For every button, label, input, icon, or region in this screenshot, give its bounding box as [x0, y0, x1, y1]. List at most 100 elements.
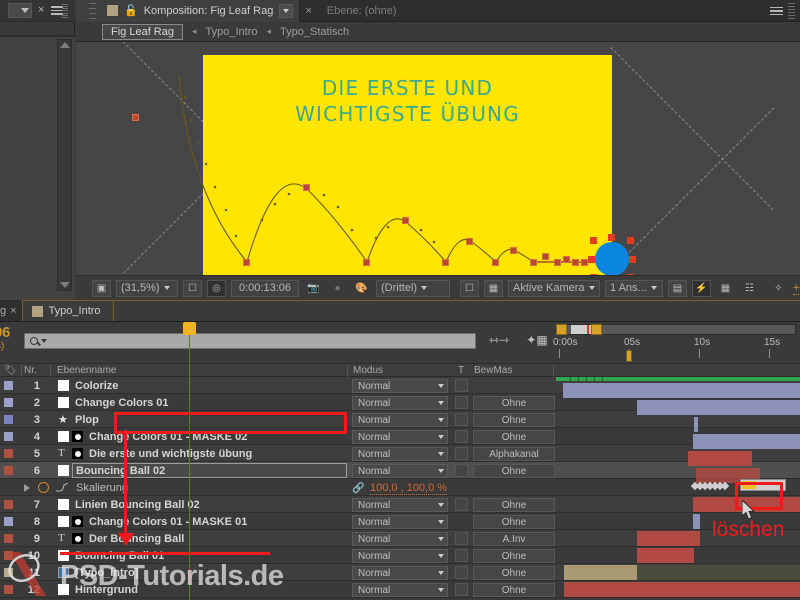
motion-keyframe[interactable] — [466, 238, 473, 245]
transform-handle[interactable] — [608, 234, 615, 241]
link-icon[interactable]: 🔗 — [352, 483, 364, 494]
work-area-bar[interactable] — [556, 324, 796, 335]
preserve-transparency-toggle[interactable] — [455, 447, 468, 460]
layer-label-swatch[interactable] — [4, 500, 13, 509]
layer-label-swatch[interactable] — [4, 398, 13, 407]
layer-label-swatch[interactable] — [4, 432, 13, 441]
blend-mode-select[interactable]: Normal — [352, 379, 448, 393]
layer-bar[interactable] — [637, 548, 694, 563]
motion-keyframe[interactable] — [442, 259, 449, 266]
layer-bar[interactable] — [637, 400, 800, 415]
flowchart-icon[interactable]: ☷ — [740, 280, 759, 297]
track-matte-select[interactable]: Ohne — [473, 413, 555, 427]
project-panel-body[interactable] — [0, 36, 75, 300]
layer-bar[interactable] — [564, 565, 637, 580]
graph-editor-icon[interactable] — [56, 483, 68, 492]
motion-keyframe[interactable] — [402, 217, 409, 224]
blend-mode-select[interactable]: Normal — [352, 447, 448, 461]
layer-bar[interactable] — [564, 582, 800, 597]
motion-keyframe[interactable] — [542, 253, 549, 260]
snapshot-icon[interactable]: 📷 — [304, 280, 323, 297]
search-input[interactable] — [24, 333, 476, 349]
comp-marker[interactable] — [626, 350, 632, 362]
layer-bar[interactable] — [693, 514, 700, 529]
scroll-up-icon[interactable] — [60, 42, 70, 48]
layer-name[interactable]: Change Colors 01 - MASKE 01 — [89, 516, 247, 528]
preserve-transparency-toggle[interactable] — [455, 549, 468, 562]
preserve-transparency-toggle[interactable] — [455, 464, 468, 477]
track-matte-select[interactable]: Ohne — [473, 430, 555, 444]
transparency-grid-icon[interactable]: ▦ — [484, 280, 503, 297]
breadcrumb-current[interactable]: Fig Leaf Rag — [102, 24, 183, 40]
camera-select[interactable]: Aktive Kamera — [508, 280, 600, 297]
layer-label-swatch[interactable] — [4, 381, 13, 390]
project-panel-scrollbar[interactable] — [57, 39, 72, 291]
title-safe-icon[interactable]: ☐ — [460, 280, 479, 297]
preserve-transparency-toggle[interactable] — [455, 583, 468, 596]
track-matte-select[interactable]: Alphakanal — [473, 447, 555, 461]
work-area-start-handle[interactable] — [556, 324, 567, 335]
layer-bar[interactable] — [694, 417, 698, 432]
layer-name[interactable]: Bouncing Ball 02 — [76, 465, 165, 477]
track-matte-select[interactable]: A.Inv — [473, 532, 555, 546]
expand-triangle-icon[interactable] — [24, 484, 30, 492]
breadcrumb-item-typo-intro[interactable]: Typo_Intro — [206, 26, 258, 38]
motion-keyframe[interactable] — [492, 259, 499, 266]
blend-mode-select[interactable]: Normal — [352, 583, 448, 597]
motion-keyframe[interactable] — [563, 256, 570, 263]
track-matte-select[interactable]: Ohne — [473, 583, 555, 597]
layer-label-swatch[interactable] — [4, 534, 13, 543]
layer-bar[interactable] — [563, 383, 800, 398]
motion-keyframe[interactable] — [132, 114, 139, 121]
panel-dropdown[interactable] — [8, 3, 32, 18]
preserve-transparency-toggle[interactable] — [455, 532, 468, 545]
motion-keyframe[interactable] — [303, 184, 310, 191]
blend-mode-select[interactable]: Normal — [352, 430, 448, 444]
motion-keyframe[interactable] — [530, 259, 537, 266]
property-value[interactable]: 100,0 , 100,0 % — [370, 482, 447, 495]
motion-keyframe[interactable] — [363, 259, 370, 266]
layer-label-swatch[interactable] — [4, 517, 13, 526]
blend-mode-select[interactable]: Normal — [352, 396, 448, 410]
blend-mode-select[interactable]: Normal — [352, 549, 448, 563]
timeline-tab-previous[interactable]: g × — [0, 300, 22, 321]
preserve-transparency-toggle[interactable] — [455, 566, 468, 579]
blend-mode-select[interactable]: Normal — [352, 498, 448, 512]
views-select[interactable]: 1 Ans... — [605, 280, 663, 297]
layer-bar[interactable] — [637, 565, 800, 580]
timeline-tab-previous-close[interactable]: × — [10, 305, 16, 317]
tab-layer-none[interactable]: Ebene: (ohne) — [317, 5, 407, 17]
always-preview-icon[interactable]: ▣ — [92, 280, 111, 297]
timeline-icon[interactable]: ▦ — [716, 280, 735, 297]
track-matte-select[interactable]: Ohne — [473, 515, 555, 529]
3d-renderer-icon[interactable]: ✦▦ — [524, 331, 550, 349]
layer-name[interactable]: Die erste und wichtigste übung — [89, 448, 252, 460]
transform-handle[interactable] — [627, 237, 634, 244]
stopwatch-icon[interactable] — [38, 482, 49, 493]
motion-keyframe[interactable] — [510, 247, 517, 254]
layer-label-swatch[interactable] — [4, 449, 13, 458]
preserve-transparency-toggle[interactable] — [455, 498, 468, 511]
motion-keyframe[interactable] — [572, 259, 579, 266]
preserve-transparency-toggle[interactable] — [455, 413, 468, 426]
layer-name[interactable]: Plop — [75, 414, 99, 426]
motion-keyframe[interactable] — [243, 259, 250, 266]
blend-mode-select[interactable]: Normal — [352, 532, 448, 546]
composition-tab-dropdown[interactable] — [279, 4, 293, 18]
layer-name[interactable]: Der Bouncing Ball — [89, 533, 184, 545]
breadcrumb-item-typo-statisch[interactable]: Typo_Statisch — [280, 26, 349, 38]
mask-visibility-icon[interactable]: ◎ — [207, 280, 226, 297]
resolution-select[interactable]: (Drittel) — [376, 280, 450, 297]
lock-icon[interactable]: 🔓 — [124, 4, 138, 17]
show-snapshot-icon[interactable]: ● — [328, 280, 347, 297]
composition-viewer[interactable]: DIE ERSTE UND WICHTIGSTE ÜBUNG — [76, 42, 800, 275]
track-matte-select[interactable]: Ohne — [473, 396, 555, 410]
transform-handle[interactable] — [590, 237, 597, 244]
viewer-panel-menu-icon[interactable] — [770, 7, 783, 16]
panel-close-button[interactable]: × — [38, 5, 44, 16]
layer-bar[interactable] — [688, 451, 752, 466]
track-matte-select[interactable]: Ohne — [473, 464, 555, 478]
tab-composition-fig-leaf-rag[interactable]: 🔓 Komposition: Fig Leaf Rag — [76, 0, 300, 22]
exposure-icon[interactable]: ✧ — [769, 280, 788, 297]
blend-mode-select[interactable]: Normal — [352, 464, 448, 478]
